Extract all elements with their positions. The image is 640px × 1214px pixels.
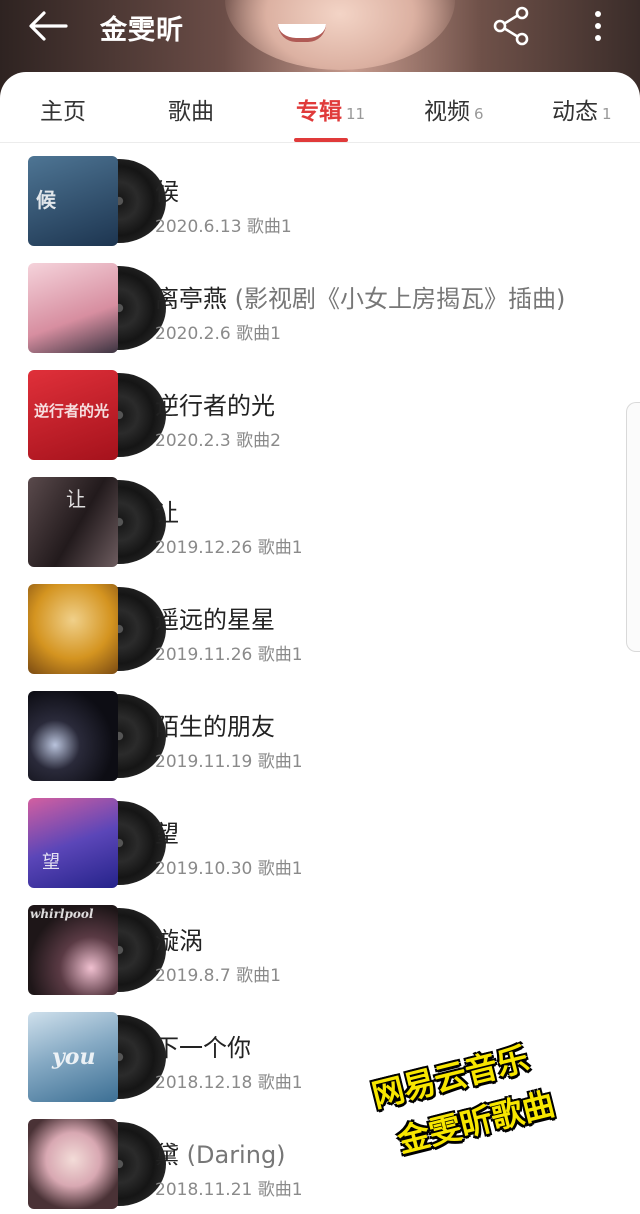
tab-home-label: 主页 <box>40 99 86 125</box>
album-cover-text: 候 <box>36 188 56 212</box>
album-meta: 2020.2.3 歌曲2 <box>155 431 281 451</box>
album-cover-group <box>28 263 166 353</box>
album-cover-group <box>28 1119 166 1209</box>
album-meta: 2019.12.26 歌曲1 <box>155 538 303 558</box>
album-meta: 2019.11.26 歌曲1 <box>155 645 303 665</box>
album-item[interactable]: 离亭燕 (影视剧《小女上房揭瓦》插曲) 2020.2.6 歌曲1 <box>0 249 620 356</box>
album-meta: 2018.12.18 歌曲1 <box>155 1073 303 1093</box>
album-cover <box>28 263 118 353</box>
album-cover <box>28 1119 118 1209</box>
album-cover: 望 <box>28 798 118 888</box>
album-cover-group: 让 <box>28 477 166 567</box>
album-cover-group: you <box>28 1012 166 1102</box>
more-vertical-icon <box>595 11 601 41</box>
album-cover-text: whirlpool <box>30 907 94 921</box>
tab-videos[interactable]: 视频 6 <box>424 92 484 132</box>
album-cover-text: 让 <box>66 487 86 511</box>
album-title: 陌生的朋友 <box>155 713 275 741</box>
album-item[interactable]: 让 让 2019.12.26 歌曲1 <box>0 463 620 570</box>
album-cover-group <box>28 584 166 674</box>
tab-videos-count: 6 <box>474 105 484 123</box>
tab-activity-label: 动态 <box>552 99 598 125</box>
album-cover: whirlpool <box>28 905 118 995</box>
album-item[interactable]: 陌生的朋友 2019.11.19 歌曲1 <box>0 677 620 784</box>
album-cover <box>28 584 118 674</box>
album-title: 让 <box>155 499 179 527</box>
album-meta: 2019.10.30 歌曲1 <box>155 859 303 879</box>
tab-videos-label: 视频 <box>424 99 470 125</box>
album-cover-group: 望 <box>28 798 166 888</box>
tab-albums-count: 11 <box>346 105 366 123</box>
album-cover-group: 逆行者的光 <box>28 370 166 460</box>
album-item[interactable]: 逆行者的光 逆行者的光 2020.2.3 歌曲2 <box>0 356 620 463</box>
album-item[interactable]: 遥远的星星 2019.11.26 歌曲1 <box>0 570 620 677</box>
tab-songs[interactable]: 歌曲 <box>168 92 214 132</box>
album-cover-group <box>28 691 166 781</box>
tab-activity-count: 1 <box>602 105 612 123</box>
artist-photo <box>225 0 455 70</box>
album-title: 离亭燕 (影视剧《小女上房揭瓦》插曲) <box>155 285 566 313</box>
tab-home[interactable]: 主页 <box>40 92 86 132</box>
album-cover: you <box>28 1012 118 1102</box>
album-item[interactable]: 望 望 2019.10.30 歌曲1 <box>0 784 620 891</box>
page-title: 金雯昕 <box>100 15 184 46</box>
album-cover: 候 <box>28 156 118 246</box>
more-options-button[interactable] <box>584 6 612 46</box>
album-title: 逆行者的光 <box>155 392 275 420</box>
album-cover-text: 望 <box>42 852 60 873</box>
album-cover-text: 逆行者的光 <box>34 402 110 420</box>
album-cover-text: you <box>52 1044 96 1070</box>
album-title: 黛 (Daring) <box>155 1141 286 1169</box>
album-title: 下一个你 <box>155 1034 251 1062</box>
album-meta: 2018.11.21 歌曲1 <box>155 1180 303 1200</box>
tab-albums[interactable]: 专辑 11 <box>296 92 365 132</box>
tab-bar: 主页 歌曲 专辑 11 视频 6 动态 1 <box>0 72 640 143</box>
album-title: 遥远的星星 <box>155 606 275 634</box>
album-meta: 2019.8.7 歌曲1 <box>155 966 281 986</box>
back-arrow-icon <box>29 11 68 41</box>
album-item[interactable]: 候 候 2020.6.13 歌曲1 <box>0 142 620 249</box>
album-cover-group: whirlpool <box>28 905 166 995</box>
album-cover-group: 候 <box>28 156 166 246</box>
album-title: 漩涡 <box>155 927 203 955</box>
album-cover: 逆行者的光 <box>28 370 118 460</box>
album-meta: 2019.11.19 歌曲1 <box>155 752 303 772</box>
album-cover <box>28 691 118 781</box>
back-button[interactable] <box>22 6 78 46</box>
album-item[interactable]: whirlpool 漩涡 2019.8.7 歌曲1 <box>0 891 620 998</box>
tab-albums-label: 专辑 <box>296 99 342 125</box>
album-meta: 2020.6.13 歌曲1 <box>155 217 292 237</box>
share-button[interactable] <box>490 4 534 48</box>
album-title: 候 <box>155 178 179 206</box>
share-icon <box>493 6 529 46</box>
tab-songs-label: 歌曲 <box>168 99 214 125</box>
album-meta: 2020.2.6 歌曲1 <box>155 324 281 344</box>
tab-activity[interactable]: 动态 1 <box>552 92 612 132</box>
side-drawer-handle[interactable] <box>626 402 640 652</box>
album-cover: 让 <box>28 477 118 567</box>
album-title: 望 <box>155 820 179 848</box>
